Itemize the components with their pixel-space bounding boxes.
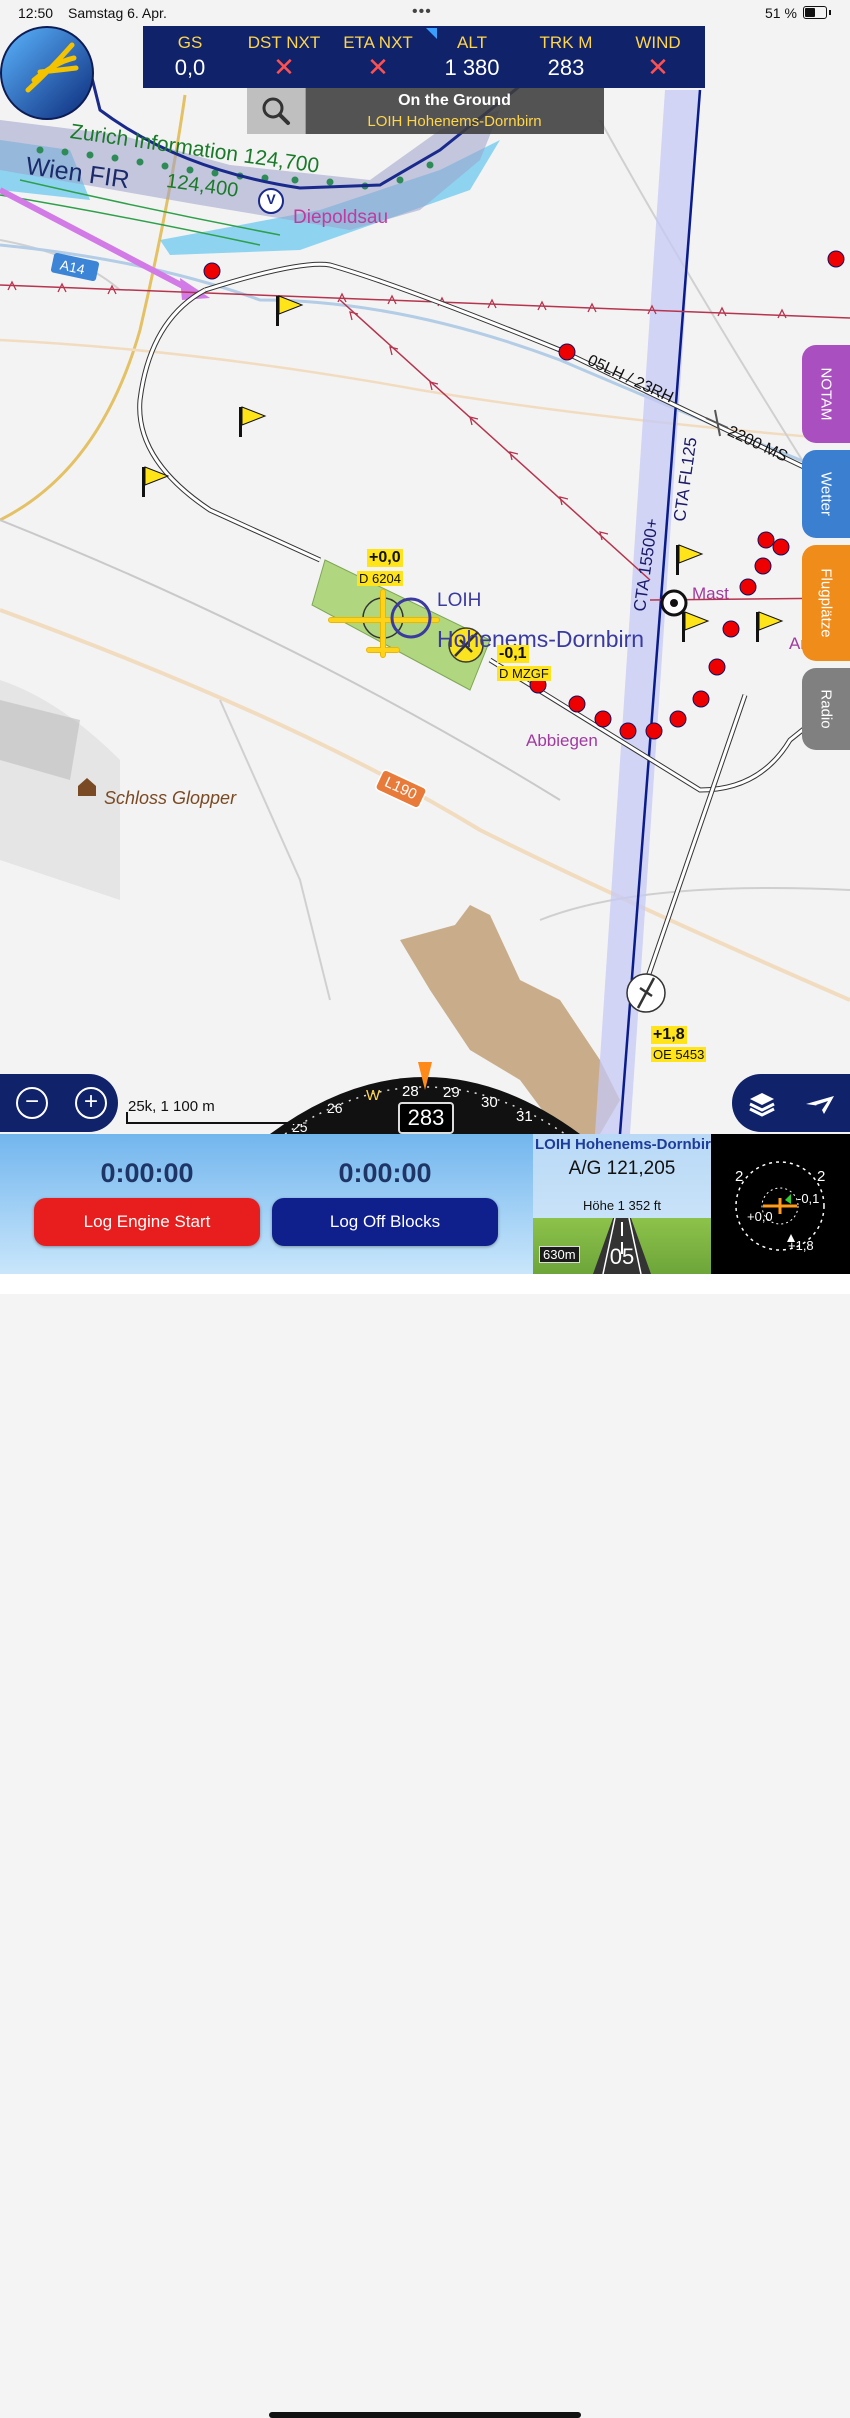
instrument-dst-nxt[interactable]: DST NXT ✕ (237, 26, 331, 82)
battery-icon (803, 6, 831, 19)
instrument-eta-nxt[interactable]: ETA NXT ✕ (331, 26, 425, 82)
tab-label: NOTAM (817, 367, 835, 421)
log-off-blocks-button[interactable]: Log Off Blocks (272, 1198, 498, 1246)
tab-label: Wetter (817, 472, 835, 516)
compass-tick: 26 (327, 1100, 343, 1116)
airport-code: LOIH (437, 590, 482, 611)
flight-status-bar[interactable]: On the Ground LOIH Hohenems-Dornbirn (247, 88, 604, 134)
invalid-icon: ✕ (367, 52, 389, 82)
traffic-altitude: +1,8 (651, 1026, 687, 1044)
engine-timer: 0:00:00 (100, 1158, 194, 1188)
status-time: 12:50 (18, 5, 54, 21)
compass-tick: 28 (402, 1083, 419, 1100)
instrument-label: GS (177, 33, 203, 52)
zoom-controls: − + (0, 1074, 118, 1132)
status-bar: 12:50 Samstag 6. Apr. ••• 51 % (0, 0, 850, 26)
search-icon[interactable] (247, 88, 305, 134)
instrument-label: TRK M (539, 33, 593, 52)
invalid-icon: ✕ (647, 52, 669, 82)
own-aircraft-altitude: +0,0 (367, 549, 403, 567)
battery-percent: 51 % (765, 5, 797, 21)
traffic-registration: D MZGF (497, 666, 551, 681)
reporting-point-label: Abbiegen (526, 731, 598, 750)
approach-elevation: Höhe 1 352 ft (582, 1198, 662, 1213)
instrument-alt[interactable]: ALT 1 380 (425, 26, 519, 81)
traffic-altitude: -0,1 (497, 645, 529, 663)
radar-label: +0,0 (747, 1209, 773, 1224)
traffic-registration: OE 5453 (651, 1047, 707, 1062)
north-arrow-icon[interactable] (806, 1096, 834, 1114)
radar-label: 2 (817, 1168, 826, 1185)
approach-frequency: A/G 121,205 (568, 1158, 676, 1179)
instrument-value: 0,0 (174, 55, 206, 80)
map-view[interactable]: Zurich Information 124,700 124,400 Wien … (0, 0, 850, 1134)
zoom-in-icon[interactable]: + (75, 1087, 107, 1119)
scale-label: 25k, 1 100 m (128, 1098, 215, 1115)
map-controls (732, 1074, 850, 1132)
radar-label: -0,1 (797, 1191, 820, 1206)
tab-radio[interactable]: Radio (802, 668, 850, 750)
flight-status-title: On the Ground (398, 92, 511, 109)
instrument-gs[interactable]: GS 0,0 (143, 26, 237, 81)
tab-notam[interactable]: NOTAM (802, 345, 850, 443)
radar-label: +1,8 (788, 1238, 814, 1253)
instrument-label: DST NXT (247, 33, 321, 52)
runway-number: 05 (609, 1244, 635, 1269)
invalid-icon: ✕ (273, 52, 295, 82)
runway-length: 630m (539, 1246, 580, 1263)
traffic-radar-widget[interactable]: 2 2 +0,0 -0,1 +1,8 (711, 1134, 850, 1274)
town-label: Diepoldsau (293, 207, 389, 228)
radar-label: 2 (735, 1168, 744, 1185)
tab-flugplaetze[interactable]: Flugplätze (802, 545, 850, 661)
airport-name: Hohenems-Dornbirn (437, 626, 645, 652)
search-button[interactable] (247, 88, 306, 134)
blocks-timer: 0:00:00 (338, 1158, 432, 1188)
instrument-bar[interactable]: GS 0,0 DST NXT ✕ ETA NXT ✕ ALT 1 380 TRK… (143, 26, 705, 88)
zoom-out-icon[interactable]: − (16, 1087, 48, 1119)
tab-label: Flugplätze (817, 568, 835, 638)
layers-icon[interactable] (749, 1093, 775, 1117)
log-engine-start-button[interactable]: Log Engine Start (34, 1198, 260, 1246)
flight-status-airport: LOIH Hohenems-Dornbirn (367, 113, 542, 130)
vor-marker-icon: V (266, 191, 276, 207)
tab-label: Radio (817, 689, 835, 729)
compass-tick: 30 (481, 1094, 498, 1111)
instrument-wind[interactable]: WIND ✕ (611, 26, 705, 82)
poi-label: Schloss Glopper (104, 788, 237, 808)
approach-widget[interactable]: LOIH Hohenems-Dornbirn A/G 121,205 Höhe … (533, 1134, 711, 1274)
compass-tick: W (366, 1087, 381, 1104)
instrument-value: 283 (547, 55, 585, 80)
instrument-label: WIND (635, 33, 681, 52)
multitask-dots-icon[interactable]: ••• (412, 3, 432, 21)
bottom-panel: 0:00:00 0:00:00 Log Engine Start Log Off… (0, 1134, 850, 2418)
compass-tick: 29 (443, 1084, 460, 1101)
tab-wetter[interactable]: Wetter (802, 450, 850, 538)
instrument-trk[interactable]: TRK M 283 (519, 26, 613, 81)
instrument-label: ETA NXT (343, 33, 413, 52)
instrument-value: 1 380 (444, 55, 500, 80)
timer-panel: 0:00:00 0:00:00 Log Engine Start Log Off… (0, 1134, 533, 1274)
own-aircraft-registration: D 6204 (357, 571, 403, 586)
instrument-label: ALT (457, 33, 487, 52)
compass-tick: 31 (516, 1108, 533, 1125)
status-date: Samstag 6. Apr. (68, 5, 167, 21)
heading-readout: 283 (398, 1102, 454, 1134)
home-indicator[interactable] (269, 2412, 581, 2418)
obstacle-label: Mast (692, 584, 729, 603)
traffic-aircraft-icon (626, 973, 666, 1013)
approach-airport: LOIH Hohenems-Dornbirn (535, 1136, 711, 1153)
